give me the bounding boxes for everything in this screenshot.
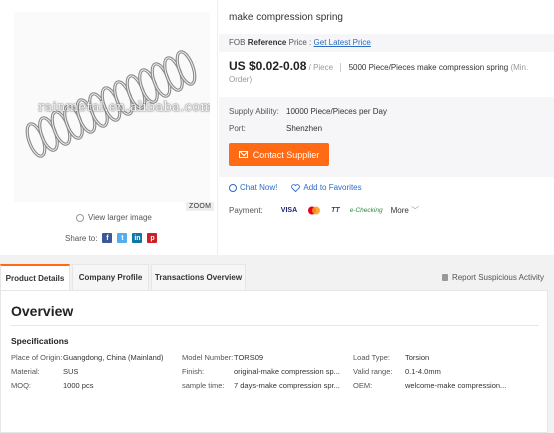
payment-label: Payment: [229, 206, 263, 215]
fob-reference: Reference [247, 38, 287, 47]
overview-panel: Overview Specifications Place of Origin:… [0, 290, 548, 433]
port-info: Port: Shenzhen [229, 124, 322, 133]
spec-value: original-make compression sp... [234, 367, 340, 376]
supply-ability: Supply Ability: 10000 Piece/Pieces per D… [229, 107, 387, 116]
fob-prefix: FOB [229, 38, 246, 47]
spec-value: 7 days-make compression spr... [234, 381, 340, 390]
add-to-favorites-link[interactable]: Add to Favorites [291, 183, 362, 192]
report-suspicious-link[interactable]: Report Suspicious Activity [441, 273, 544, 282]
port-value: Shenzhen [286, 124, 323, 133]
spec-attribute: Valid range: 0.1-4.0mm [353, 367, 441, 376]
spec-attribute: Model Number: TORS09 [182, 353, 263, 362]
visa-icon: VISA [280, 207, 298, 214]
spec-attribute: Finish: original-make compression sp... [182, 367, 340, 376]
spec-attribute: MOQ: 1000 pcs [11, 381, 93, 390]
share-bar: Share to: f t in p [65, 233, 158, 243]
divider [340, 63, 342, 73]
divider [11, 325, 539, 326]
spec-attribute: Material: SUS [11, 367, 78, 376]
watermark-text: rainmetal.en.alibaba.com [38, 100, 210, 115]
price-unit: / Piece [308, 63, 334, 72]
fob-price-label: Price : [288, 38, 312, 47]
chat-now-link[interactable]: Chat Now! [229, 183, 277, 192]
more-label: More [390, 206, 409, 215]
linkedin-icon[interactable]: in [132, 233, 143, 243]
fob-price-bar: FOB Reference Price : Get Latest Price [219, 34, 554, 52]
spec-label: Place of Origin: [11, 353, 63, 362]
spec-attribute: OEM: welcome-make compression... [353, 381, 506, 390]
get-latest-price-link[interactable]: Get Latest Price [314, 38, 371, 47]
product-image[interactable]: rainmetal.en.alibaba.com [14, 12, 210, 202]
spec-label: OEM: [353, 381, 373, 390]
image-gallery: rainmetal.en.alibaba.com ZOOM View large… [0, 0, 218, 255]
spec-value: 1000 pcs [63, 381, 94, 390]
price-value: US $0.02-0.08 [229, 59, 307, 73]
report-icon [441, 274, 448, 281]
add-favorites-label: Add to Favorites [303, 183, 362, 192]
tab-product-details[interactable]: Product Details [0, 264, 70, 291]
twitter-icon[interactable]: t [117, 233, 128, 243]
more-payment-dropdown[interactable]: More ﹀ [391, 205, 419, 216]
supply-value: 10000 Piece/Pieces per Day [286, 107, 387, 116]
contact-supplier-label: Contact Supplier [252, 149, 320, 160]
port-label: Port: [229, 124, 246, 133]
magnify-icon [76, 213, 84, 222]
tab-transactions-overview[interactable]: Transactions Overview [151, 264, 246, 291]
zoom-badge[interactable]: ZOOM [186, 202, 215, 211]
spec-attribute: Place of Origin: Guangdong, China (Mainla… [11, 353, 163, 362]
product-title: make compression spring [229, 12, 343, 23]
overview-heading: Overview [11, 303, 74, 319]
spec-attribute: sample time: 7 days-make compression spr.… [182, 381, 340, 390]
chevron-down-icon: ﹀ [411, 206, 420, 215]
spec-value: 0.1-4.0mm [405, 367, 441, 376]
contact-supplier-button[interactable]: Contact Supplier [229, 143, 329, 166]
spec-label: Finish: [182, 367, 205, 376]
product-info: make compression spring FOB Reference Pr… [219, 0, 554, 255]
tt-icon: TT [331, 207, 340, 214]
spec-value: TORS09 [234, 353, 264, 362]
specifications-heading: Specifications [11, 336, 69, 346]
spec-value: Guangdong, China (Mainland) [63, 353, 164, 362]
share-label: Share to: [65, 233, 98, 243]
report-label: Report Suspicious Activity [451, 273, 544, 282]
spec-label: Model Number: [182, 353, 234, 362]
view-larger-label: View larger image [88, 213, 152, 222]
facebook-icon[interactable]: f [102, 233, 113, 243]
chat-now-label: Chat Now! [240, 183, 278, 192]
mastercard-icon [307, 206, 321, 215]
price-row: US $0.02-0.08 / Piece 5000 Piece/Pieces … [229, 60, 549, 86]
view-larger-image-link[interactable]: View larger image [76, 213, 152, 222]
details-section: Product Details Company Profile Transact… [0, 255, 554, 433]
spec-label: Valid range: [353, 367, 393, 376]
spec-label: MOQ: [11, 381, 31, 390]
spec-label: Material: [11, 367, 40, 376]
heart-icon [291, 183, 301, 192]
echecking-icon: e-Checking [349, 207, 383, 214]
pinterest-icon[interactable]: p [147, 233, 158, 243]
tab-company-profile[interactable]: Company Profile [72, 264, 149, 291]
payment-row: Payment: VISA TT e-Checking More ﹀ [229, 205, 419, 216]
product-page: rainmetal.en.alibaba.com ZOOM View large… [0, 0, 554, 433]
spec-label: Load Type: [353, 353, 390, 362]
spec-value: welcome-make compression... [405, 381, 507, 390]
spec-label: sample time: [182, 381, 225, 390]
moq-value: 5000 Piece/Pieces make compression sprin… [348, 63, 509, 72]
spec-value: Torsion [405, 353, 430, 362]
mail-icon [238, 151, 248, 158]
chat-icon [229, 183, 237, 192]
action-links: Chat Now! Add to Favorites [229, 183, 362, 192]
detail-tabs: Product Details Company Profile Transact… [0, 264, 554, 291]
supply-label: Supply Ability: [229, 107, 279, 116]
spec-attribute: Load Type: Torsion [353, 353, 429, 362]
spec-value: SUS [63, 367, 79, 376]
